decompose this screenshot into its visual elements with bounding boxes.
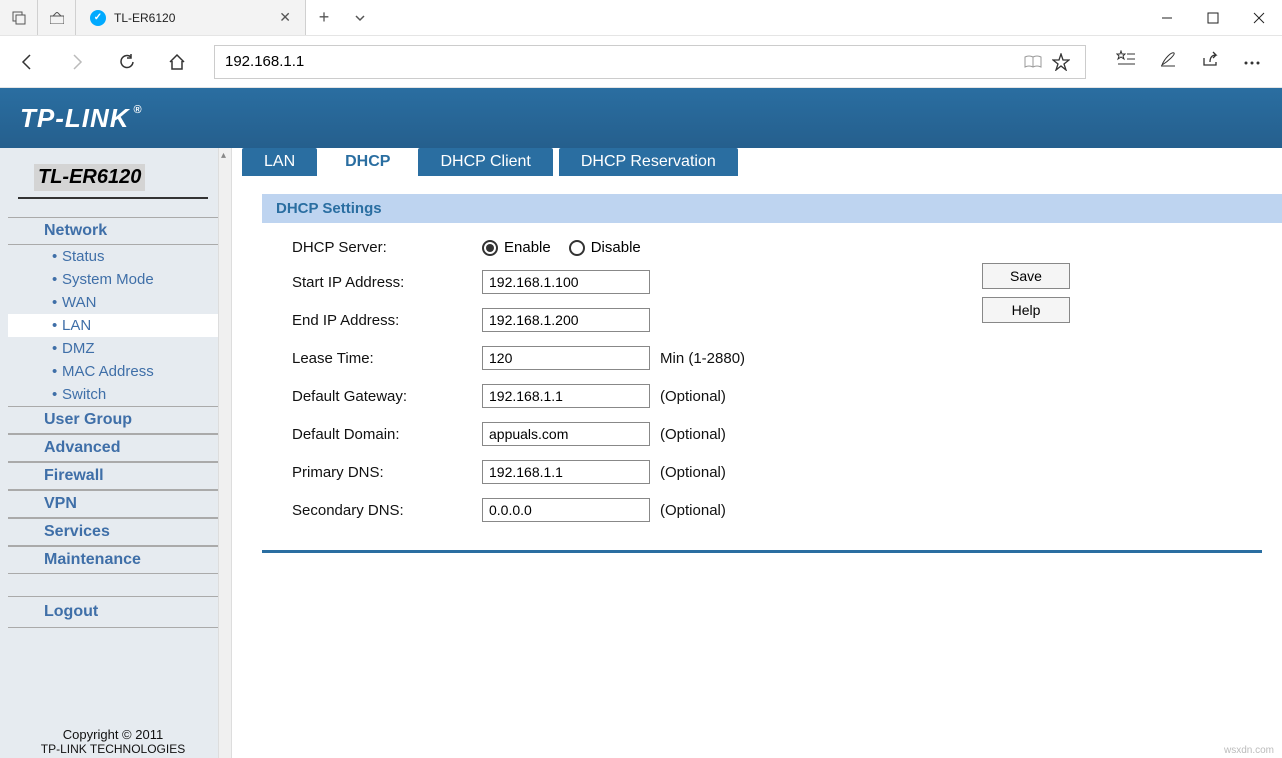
dhcp-panel: DHCP Settings DHCP Server: Enable — [232, 176, 1282, 553]
share-icon[interactable] — [1198, 50, 1222, 73]
panel-divider — [262, 550, 1262, 553]
watermark: wsxdn.com — [1224, 745, 1274, 756]
favorites-list-icon[interactable] — [1114, 50, 1138, 73]
browser-toolbar — [0, 36, 1282, 88]
sidebar-section-advanced[interactable]: Advanced — [8, 434, 218, 462]
model-label: TL-ER6120 — [34, 164, 145, 191]
sidebar-section-firewall[interactable]: Firewall — [8, 462, 218, 490]
row-primary-dns: Primary DNS: (Optional) — [262, 460, 942, 484]
tab-dhcp-reservation[interactable]: DHCP Reservation — [559, 148, 738, 176]
content-area: LAN DHCP DHCP Client DHCP Reservation DH… — [232, 148, 1282, 758]
row-start-ip: Start IP Address: — [262, 270, 942, 294]
sidebar-scrollbar[interactable]: ▴ — [218, 148, 232, 758]
sidebar: TL-ER6120 Network Status System Mode WAN… — [0, 148, 218, 758]
url-input[interactable] — [225, 53, 1019, 70]
sidebar-section-vpn[interactable]: VPN — [8, 490, 218, 518]
panel-title: DHCP Settings — [262, 194, 1282, 223]
refresh-button[interactable] — [106, 41, 148, 83]
browser-tab[interactable]: ✓ TL-ER6120 ✕ — [76, 0, 306, 35]
default-gateway-input[interactable] — [482, 384, 650, 408]
router-page: TP-LINK® TL-ER6120 Network Status System… — [0, 88, 1282, 758]
sidebar-item-dmz[interactable]: DMZ — [8, 337, 218, 360]
row-dhcp-server: DHCP Server: Enable Disable — [262, 239, 942, 256]
row-default-domain: Default Domain: (Optional) — [262, 422, 942, 446]
tab-lan[interactable]: LAN — [242, 148, 317, 176]
favorite-icon[interactable] — [1047, 53, 1075, 71]
minimize-button[interactable] — [1144, 0, 1190, 35]
back-button[interactable] — [6, 41, 48, 83]
sidebar-section-maintenance[interactable]: Maintenance — [8, 546, 218, 574]
dhcp-server-label: DHCP Server: — [292, 239, 482, 256]
more-icon[interactable] — [1240, 50, 1264, 73]
page-tabs: LAN DHCP DHCP Client DHCP Reservation — [232, 148, 1282, 176]
browser-titlebar: ✓ TL-ER6120 ✕ + — [0, 0, 1282, 36]
save-button[interactable]: Save — [982, 263, 1070, 289]
tab-actions-icon[interactable] — [0, 0, 38, 35]
sidebar-item-wan[interactable]: WAN — [8, 291, 218, 314]
end-ip-input[interactable] — [482, 308, 650, 332]
radio-enable[interactable]: Enable — [482, 239, 551, 256]
row-secondary-dns: Secondary DNS: (Optional) — [262, 498, 942, 522]
help-button[interactable]: Help — [982, 297, 1070, 323]
secondary-dns-input[interactable] — [482, 498, 650, 522]
sidebar-item-switch[interactable]: Switch — [8, 383, 218, 406]
maximize-button[interactable] — [1190, 0, 1236, 35]
start-ip-input[interactable] — [482, 270, 650, 294]
radio-enable-dot[interactable] — [482, 240, 498, 256]
tab-overflow-icon[interactable] — [342, 0, 378, 35]
sidebar-section-network[interactable]: Network — [8, 217, 218, 245]
new-tab-button[interactable]: + — [306, 0, 342, 35]
home-button[interactable] — [156, 41, 198, 83]
sidebar-section-services[interactable]: Services — [8, 518, 218, 546]
reading-view-icon[interactable] — [1019, 55, 1047, 69]
logout-link[interactable]: Logout — [8, 596, 218, 628]
radio-disable-dot[interactable] — [569, 240, 585, 256]
sidebar-item-status[interactable]: Status — [8, 245, 218, 268]
tab-dhcp[interactable]: DHCP — [323, 148, 412, 176]
row-default-gateway: Default Gateway: (Optional) — [262, 384, 942, 408]
favicon-icon: ✓ — [90, 10, 106, 26]
sidebar-section-user-group[interactable]: User Group — [8, 406, 218, 434]
tab-title: TL-ER6120 — [114, 11, 271, 25]
sidebar-item-mac-address[interactable]: MAC Address — [8, 360, 218, 383]
copyright: Copyright © 2011 TP-LINK TECHNOLOGIES — [8, 727, 218, 758]
lease-time-input[interactable] — [482, 346, 650, 370]
close-window-button[interactable] — [1236, 0, 1282, 35]
primary-dns-input[interactable] — [482, 460, 650, 484]
tab-preview-icon[interactable] — [38, 0, 76, 35]
default-domain-input[interactable] — [482, 422, 650, 446]
notes-icon[interactable] — [1156, 50, 1180, 73]
banner: TP-LINK® — [0, 88, 1282, 148]
tab-dhcp-client[interactable]: DHCP Client — [418, 148, 552, 176]
row-end-ip: End IP Address: — [262, 308, 942, 332]
row-lease-time: Lease Time: Min (1-2880) — [262, 346, 942, 370]
logo: TP-LINK® — [20, 103, 143, 134]
close-tab-icon[interactable]: ✕ — [279, 9, 291, 26]
radio-disable[interactable]: Disable — [569, 239, 641, 256]
address-bar[interactable] — [214, 45, 1086, 79]
sidebar-item-lan[interactable]: LAN — [8, 314, 218, 337]
forward-button[interactable] — [56, 41, 98, 83]
side-buttons: Save Help — [982, 239, 1090, 536]
sidebar-item-system-mode[interactable]: System Mode — [8, 268, 218, 291]
